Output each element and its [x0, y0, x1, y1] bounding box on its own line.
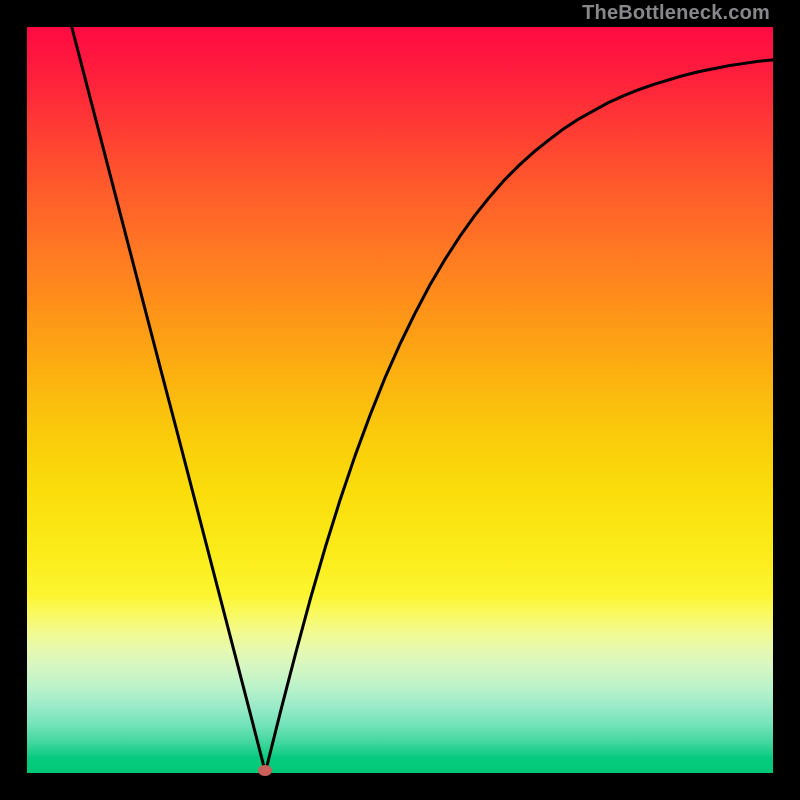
bottleneck-curve — [27, 27, 773, 773]
attribution-watermark: TheBottleneck.com — [582, 2, 770, 25]
optimal-point-marker — [258, 765, 272, 776]
